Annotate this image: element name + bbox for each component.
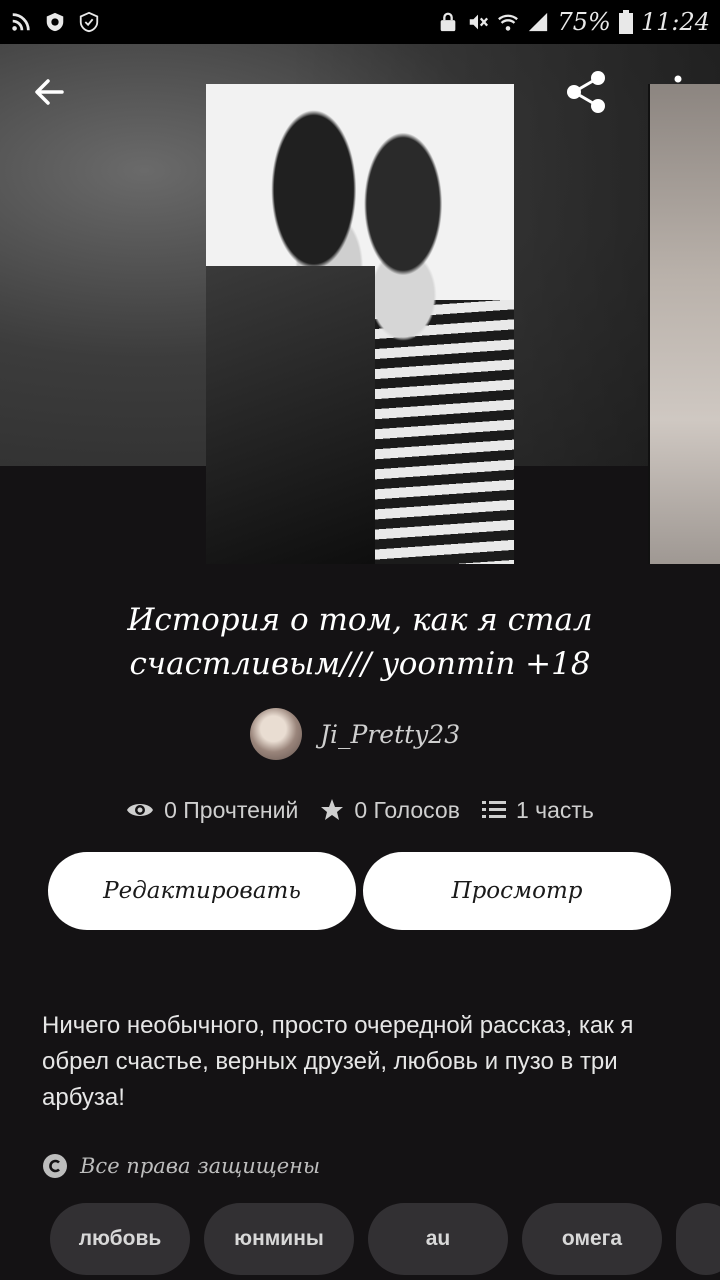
signal-icon [529,12,548,32]
view-button[interactable]: Просмотр [363,852,671,930]
tag-list: любовь юнмины au омега [50,1203,720,1275]
star-icon [321,799,344,820]
tag-chip[interactable]: au [368,1203,508,1275]
lock-icon [441,12,456,32]
cover-image-detail [206,266,376,564]
shield-icon [46,12,64,32]
mute-icon [470,14,489,30]
story-description: Ничего необычного, просто очередной расс… [42,1012,634,1111]
next-cover-image[interactable] [648,84,720,564]
reads-count: 0 Прочтений [164,796,299,823]
story-cover-image[interactable] [206,84,514,564]
votes-count: 0 Голосов [354,796,460,823]
author-name[interactable]: Ji_Pretty23 [320,720,460,749]
copyright-icon [43,1154,67,1178]
shield-check-icon [79,11,99,33]
battery-percent: 75% [557,8,611,36]
copyright-notice: Все права защищены [42,1148,320,1184]
eye-icon [127,804,154,816]
copyright-text: Все права защищены [80,1154,321,1178]
avatar[interactable] [250,708,302,760]
story-stats: 0 Прочтений 0 Голосов 1 часть [0,790,720,830]
tag-chip[interactable]: омега [522,1203,662,1275]
status-bar: 75% 11:24 [0,0,720,44]
parts-stat: 1 часть [481,796,594,824]
wifi-icon [498,14,519,31]
back-button[interactable] [28,70,72,114]
author-row[interactable]: Ji_Pretty23 [250,708,460,760]
rss-icon [12,13,30,31]
story-title: История о том, как я стал счастливым/// … [127,602,593,682]
parts-count: 1 часть [515,796,594,823]
arrow-left-icon [35,79,64,105]
clock: 11:24 [640,8,710,36]
tag-chip[interactable]: юнмины [204,1203,354,1275]
tag-chip[interactable]: любовь [50,1203,190,1275]
share-button[interactable] [562,68,610,116]
share-icon [567,71,605,113]
tag-chip[interactable] [676,1203,720,1275]
battery-icon [618,10,633,34]
reads-stat: 0 Прочтений [126,797,298,824]
votes-stat: 0 Голосов [320,797,460,824]
edit-button[interactable]: Редактировать [48,852,356,930]
list-icon [481,801,506,818]
